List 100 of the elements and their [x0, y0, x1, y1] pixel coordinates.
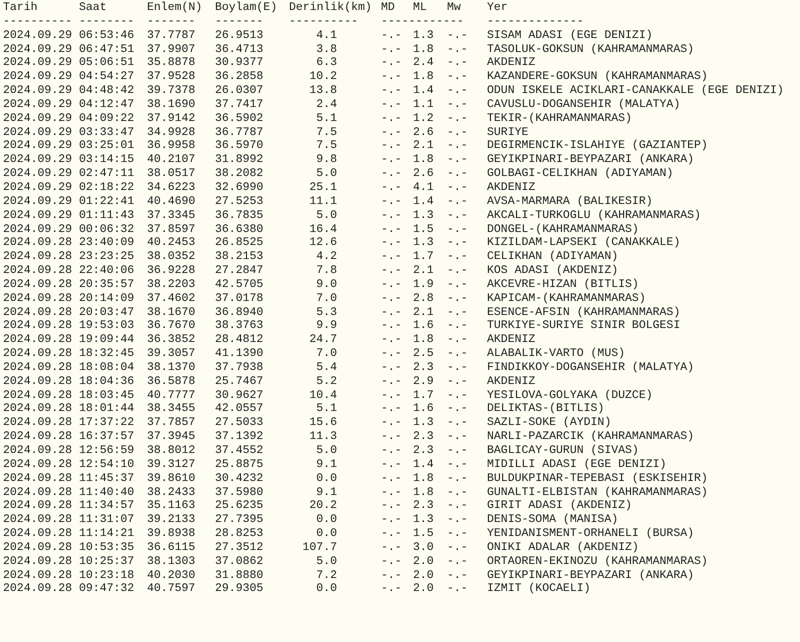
- table-cell: 1.5: [413, 527, 434, 541]
- table-cell-text: 24.7: [309, 333, 338, 348]
- table-cell: 42.0557: [215, 402, 264, 416]
- table-cell: 11:45:37: [79, 472, 134, 486]
- column-header: Derinlik(km): [289, 1, 372, 15]
- table-cell: 2.0: [413, 568, 434, 582]
- table-cell: 39.7378: [147, 84, 196, 98]
- table-cell: 3.0: [413, 540, 434, 555]
- column-header: Mw: [447, 1, 461, 15]
- table-cell: 19:09:44: [79, 333, 134, 348]
- table-cell-text: 16.4: [309, 222, 338, 236]
- table-cell: -.-: [447, 472, 468, 486]
- table-cell: 4.1: [413, 180, 434, 195]
- table-cell-text: 0.0: [316, 527, 338, 541]
- table-cell: 17:37:22: [79, 416, 134, 430]
- table-cell: 2.0: [413, 582, 434, 596]
- table-cell: AVSA-MARMARA (BALIKESIR): [487, 194, 653, 209]
- table-cell: 2024.09.28: [3, 444, 72, 458]
- table-cell: 40.2107: [147, 153, 196, 168]
- table-cell: 39.3057: [147, 347, 196, 361]
- table-cell: 2024.09.28: [3, 236, 72, 250]
- table-cell-text: 0.0: [316, 513, 338, 528]
- table-cell: -.-: [381, 126, 402, 140]
- table-cell: 40.2453: [147, 236, 196, 250]
- table-cell: SURIYE: [487, 126, 528, 140]
- table-cell: DEGIRMENCIK-ISLAHIYE (GAZIANTEP): [487, 139, 708, 154]
- table-cell: 36.9958: [147, 139, 196, 154]
- table-cell: 1.4: [413, 458, 434, 472]
- table-cell: -.-: [447, 540, 468, 555]
- table-cell: 1.7: [413, 250, 434, 264]
- table-cell: 00:06:32: [79, 222, 134, 236]
- table-cell: -.-: [447, 333, 468, 348]
- table-cell-text: 7.0: [316, 347, 338, 361]
- table-cell-text: 5.0: [316, 554, 338, 569]
- table-cell-text: 0.0: [316, 472, 338, 486]
- table-cell: 2024.09.29: [3, 222, 72, 236]
- table-cell: 38.2203: [147, 278, 196, 292]
- table-cell: 26.9513: [215, 28, 264, 43]
- table-cell: AKDENIZ: [487, 374, 536, 389]
- table-cell: 25.7467: [215, 374, 264, 389]
- table-cell: -.-: [381, 84, 402, 98]
- table-cell: FINDIKKOY-DOGANSEHIR (MALATYA): [487, 360, 694, 375]
- table-cell-text: 7.0: [316, 292, 338, 306]
- table-cell-text: 7.5: [316, 126, 338, 140]
- table-cell-text: 5.0: [316, 208, 338, 222]
- table-cell: -.-: [381, 292, 402, 306]
- table-cell: 2024.09.28: [3, 582, 72, 596]
- table-cell: 1.3: [413, 416, 434, 430]
- table-cell: 2.5: [413, 347, 434, 361]
- table-cell: 2024.09.29: [3, 126, 72, 140]
- table-cell: 38.1670: [147, 306, 196, 320]
- table-cell: -.-: [381, 416, 402, 430]
- table-cell: -.-: [381, 194, 402, 209]
- table-cell: 37.7417: [215, 98, 264, 112]
- table-cell: 22:40:06: [79, 264, 134, 278]
- table-cell: 03:25:01: [79, 139, 134, 154]
- table-cell: 11:14:21: [79, 527, 134, 541]
- table-cell: -.-: [447, 208, 468, 222]
- table-cell: 41.1390: [215, 347, 264, 361]
- table-cell: -.-: [381, 250, 402, 264]
- table-cell-text: 6.3: [316, 56, 338, 70]
- table-cell: 29.9305: [215, 582, 264, 596]
- table-cell: 2024.09.28: [3, 347, 72, 361]
- table-cell: -.-: [447, 139, 468, 154]
- table-cell: 40.2030: [147, 568, 196, 582]
- table-cell: -.-: [447, 486, 468, 500]
- table-cell: -.-: [447, 42, 468, 56]
- table-cell-text: 5.1: [316, 112, 338, 126]
- table-cell: SISAM ADASI (EGE DENIZI): [487, 28, 653, 43]
- table-cell: 37.7938: [215, 360, 264, 375]
- table-cell: 28.8253: [215, 527, 264, 541]
- table-cell: -.-: [447, 250, 468, 264]
- table-cell: 1.8: [413, 70, 434, 84]
- table-cell: 38.0517: [147, 167, 196, 181]
- table-cell-text: 3.8: [316, 42, 338, 56]
- table-cell: 27.2847: [215, 264, 264, 278]
- table-cell: 38.0352: [147, 250, 196, 264]
- table-cell: -.-: [447, 194, 468, 209]
- table-cell: 1.2: [413, 112, 434, 126]
- table-cell: -.-: [381, 56, 402, 70]
- table-cell-text: 9.1: [316, 486, 338, 500]
- table-cell: CAVUSLU-DOGANSEHIR (MALATYA): [487, 98, 680, 112]
- table-cell: 19:53:03: [79, 319, 134, 334]
- table-cell: 27.3512: [215, 540, 264, 555]
- table-cell: -.-: [447, 319, 468, 334]
- table-cell: 2024.09.28: [3, 472, 72, 486]
- table-cell-text: 7.8: [316, 264, 338, 278]
- table-cell: -.-: [447, 98, 468, 112]
- table-cell: AKDENIZ: [487, 180, 536, 195]
- header-rule: --------: [79, 14, 134, 29]
- table-cell: 2024.09.28: [3, 319, 72, 334]
- table-cell: ODUN ISKELE ACIKLARI-CANAKKALE (EGE DENIZI): [487, 84, 784, 98]
- table-cell: 30.9627: [215, 388, 264, 402]
- table-cell-text: 5.1: [316, 402, 338, 416]
- column-header: Yer: [487, 1, 508, 15]
- table-cell: 38.1690: [147, 98, 196, 112]
- table-cell: -.-: [447, 499, 468, 514]
- table-cell: -.-: [381, 180, 402, 195]
- table-cell: 20:35:57: [79, 278, 134, 292]
- table-cell: 2024.09.29: [3, 28, 72, 43]
